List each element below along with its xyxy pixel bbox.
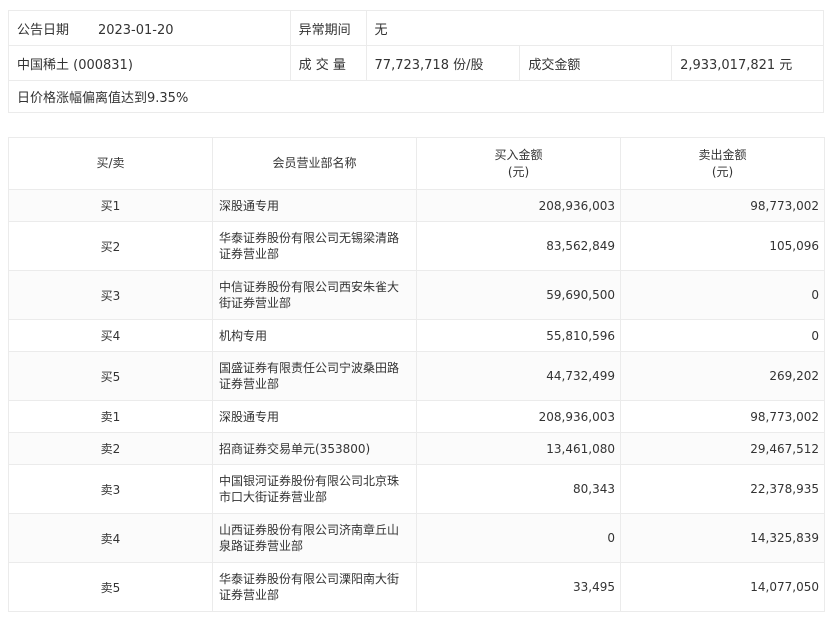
row-sell: 0	[620, 270, 825, 320]
row-buy: 208,936,003	[416, 400, 621, 433]
row-buy: 83,562,849	[416, 221, 621, 271]
header-branch: 会员营业部名称	[212, 137, 417, 190]
row-side: 买4	[8, 319, 213, 352]
row-branch: 中国银河证券股份有限公司北京珠市口大街证券营业部	[212, 464, 417, 514]
row-branch: 国盛证券有限责任公司宁波桑田路证券营业部	[212, 351, 417, 401]
header-buy-amount: 买入金额 (元)	[416, 137, 621, 190]
row-sell: 0	[620, 319, 825, 352]
header-sell-amount: 卖出金额 (元)	[620, 137, 825, 190]
stock-name: 中国稀土 (000831)	[8, 45, 291, 81]
table-row: 卖3 中国银河证券股份有限公司北京珠市口大街证券营业部 80,343 22,37…	[8, 464, 825, 514]
turnover-value: 2,933,017,821 元	[671, 45, 824, 81]
row-sell: 22,378,935	[620, 464, 825, 514]
table-row: 买3 中信证券股份有限公司西安朱雀大街证券营业部 59,690,500 0	[8, 270, 825, 320]
row-sell: 105,096	[620, 221, 825, 271]
row-branch: 深股通专用	[212, 189, 417, 222]
table-row: 卖2 招商证券交易单元(353800) 13,461,080 29,467,51…	[8, 432, 825, 465]
row-branch: 山西证券股份有限公司济南章丘山泉路证券营业部	[212, 513, 417, 563]
row-sell: 98,773,002	[620, 189, 825, 222]
row-side: 卖2	[8, 432, 213, 465]
table-row: 买4 机构专用 55,810,596 0	[8, 319, 825, 352]
row-buy: 44,732,499	[416, 351, 621, 401]
table-header-row: 买/卖 会员营业部名称 买入金额 (元) 卖出金额 (元)	[8, 137, 825, 190]
table-row: 买1 深股通专用 208,936,003 98,773,002	[8, 189, 825, 222]
table-row: 卖1 深股通专用 208,936,003 98,773,002	[8, 400, 825, 433]
row-side: 卖5	[8, 562, 213, 612]
row-side: 卖4	[8, 513, 213, 563]
row-sell: 14,325,839	[620, 513, 825, 563]
row-sell: 98,773,002	[620, 400, 825, 433]
trading-detail-table: 买/卖 会员营业部名称 买入金额 (元) 卖出金额 (元) 买1 深股通专用 208…	[8, 137, 825, 612]
row-buy: 33,495	[416, 562, 621, 612]
header-sell-amount-line1: 卖出金额	[698, 147, 747, 162]
row-buy: 208,936,003	[416, 189, 621, 222]
row-side: 买3	[8, 270, 213, 320]
abnormal-period-value: 无	[365, 10, 825, 46]
header-side: 买/卖	[8, 137, 213, 190]
header-sell-amount-line2: (元)	[711, 164, 734, 179]
table-row: 买2 华泰证券股份有限公司无锡梁清路证券营业部 83,562,849 105,0…	[8, 221, 825, 271]
table-row: 卖4 山西证券股份有限公司济南章丘山泉路证券营业部 0 14,325,839	[8, 513, 825, 563]
row-side: 买2	[8, 221, 213, 271]
table-row: 卖5 华泰证券股份有限公司溧阳南大街证券营业部 33,495 14,077,05…	[8, 562, 825, 612]
abnormal-reason: 日价格涨幅偏离值达到9.35%	[8, 80, 824, 113]
turnover-label: 成交金额	[519, 45, 673, 81]
announce-date-label: 公告日期	[17, 22, 70, 38]
announce-date-cell: 公告日期 2023-01-20	[8, 10, 291, 46]
row-side: 卖1	[8, 400, 213, 433]
row-branch: 深股通专用	[212, 400, 417, 433]
row-buy: 55,810,596	[416, 319, 621, 352]
row-branch: 中信证券股份有限公司西安朱雀大街证券营业部	[212, 270, 417, 320]
row-side: 买1	[8, 189, 213, 222]
announcement-info-table: 公告日期 2023-01-20 异常期间 无 中国稀土 (000831) 成 交…	[8, 10, 825, 113]
abnormal-period-label: 异常期间	[289, 10, 367, 46]
volume-value: 77,723,718 份/股	[365, 45, 521, 81]
volume-label: 成 交 量	[289, 45, 367, 81]
row-branch: 华泰证券股份有限公司溧阳南大街证券营业部	[212, 562, 417, 612]
row-buy: 0	[416, 513, 621, 563]
row-buy: 59,690,500	[416, 270, 621, 320]
row-buy: 80,343	[416, 464, 621, 514]
row-side: 卖3	[8, 464, 213, 514]
header-buy-amount-line2: (元)	[507, 164, 530, 179]
announce-date-value: 2023-01-20	[97, 22, 174, 38]
row-sell: 14,077,050	[620, 562, 825, 612]
row-branch: 机构专用	[212, 319, 417, 352]
row-sell: 29,467,512	[620, 432, 825, 465]
row-buy: 13,461,080	[416, 432, 621, 465]
header-buy-amount-line1: 买入金额	[494, 147, 543, 162]
row-branch: 华泰证券股份有限公司无锡梁清路证券营业部	[212, 221, 417, 271]
row-sell: 269,202	[620, 351, 825, 401]
row-side: 买5	[8, 351, 213, 401]
table-row: 买5 国盛证券有限责任公司宁波桑田路证券营业部 44,732,499 269,2…	[8, 351, 825, 401]
row-branch: 招商证券交易单元(353800)	[212, 432, 417, 465]
